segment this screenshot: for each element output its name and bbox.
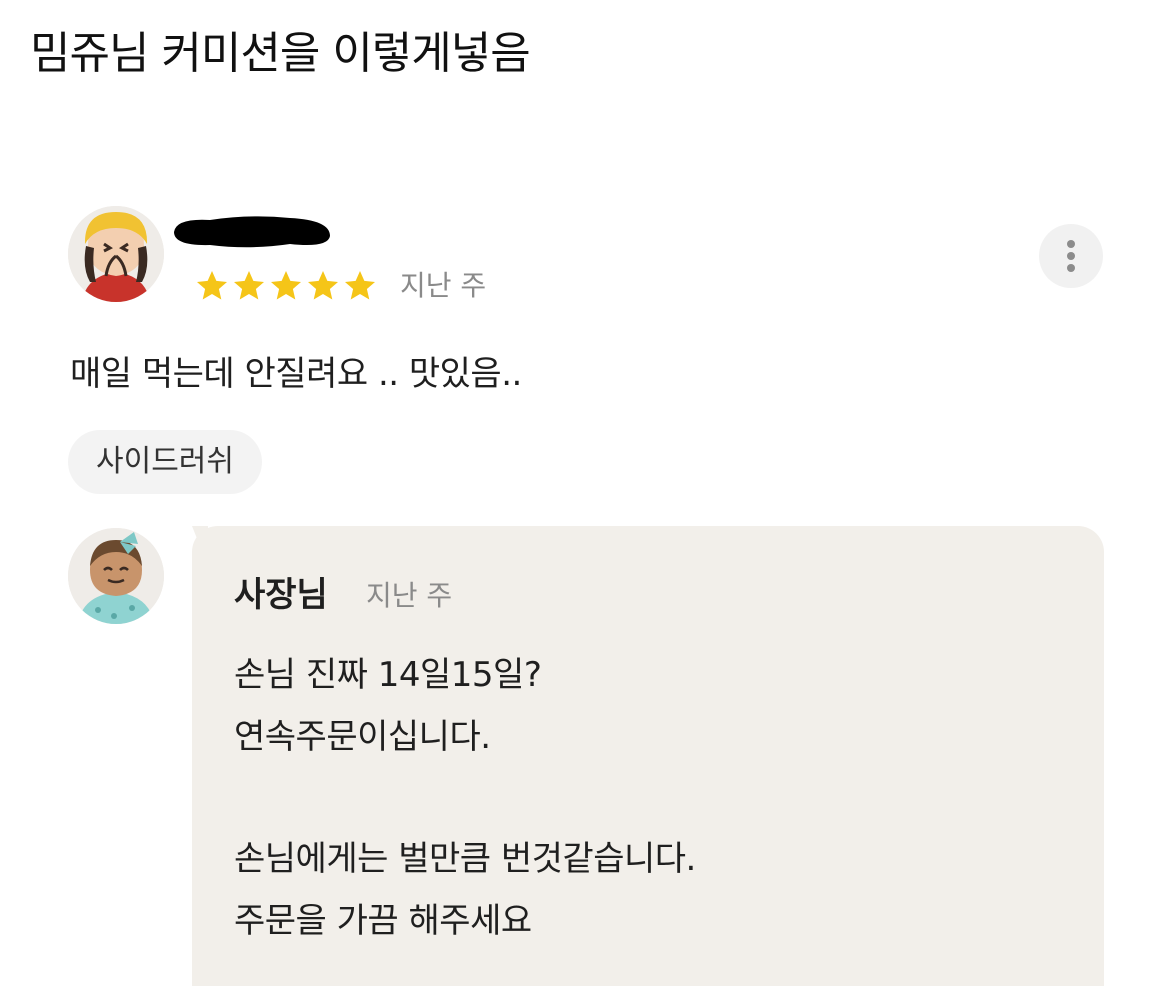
- more-vertical-icon: [1067, 240, 1075, 248]
- star-icon: [308, 271, 338, 300]
- menu-tag[interactable]: 사이드러쉬: [68, 430, 262, 494]
- reply-text-line: 연속주문이십니다.: [234, 717, 491, 757]
- reply-date: 지난 주: [366, 579, 453, 612]
- star-icon: [234, 271, 264, 300]
- owner-avatar-illustration: [68, 528, 164, 624]
- reply-text-line: 손님 진짜 14일15일?: [234, 655, 542, 695]
- more-options-button[interactable]: [1039, 224, 1103, 288]
- reviewer-avatar[interactable]: [68, 206, 164, 302]
- star-icon: [345, 271, 375, 300]
- review-date: 지난 주: [400, 269, 487, 302]
- review-text: 매일 먹는데 안질려요 .. 맛있음..: [70, 354, 522, 394]
- owner-avatar[interactable]: [68, 528, 164, 624]
- reviewer-avatar-illustration: [68, 206, 164, 302]
- owner-name: 사장님: [234, 575, 328, 615]
- star-icon: [271, 271, 301, 300]
- review-card: 지난 주 매일 먹는데 안질려요 .. 맛있음.. 사이드러쉬 사장님 지난 주…: [0, 190, 1169, 986]
- star-rating: [194, 268, 378, 304]
- star-icon: [197, 271, 227, 300]
- post-title: 밈쥬님 커미션을 이렇게넣음: [30, 28, 531, 79]
- reply-text-line: 손님에게는 벌만큼 번것같습니다.: [234, 839, 696, 879]
- reply-text-line: 주문을 가끔 해주세요: [234, 901, 532, 941]
- reviewer-name-redacted: [174, 216, 330, 248]
